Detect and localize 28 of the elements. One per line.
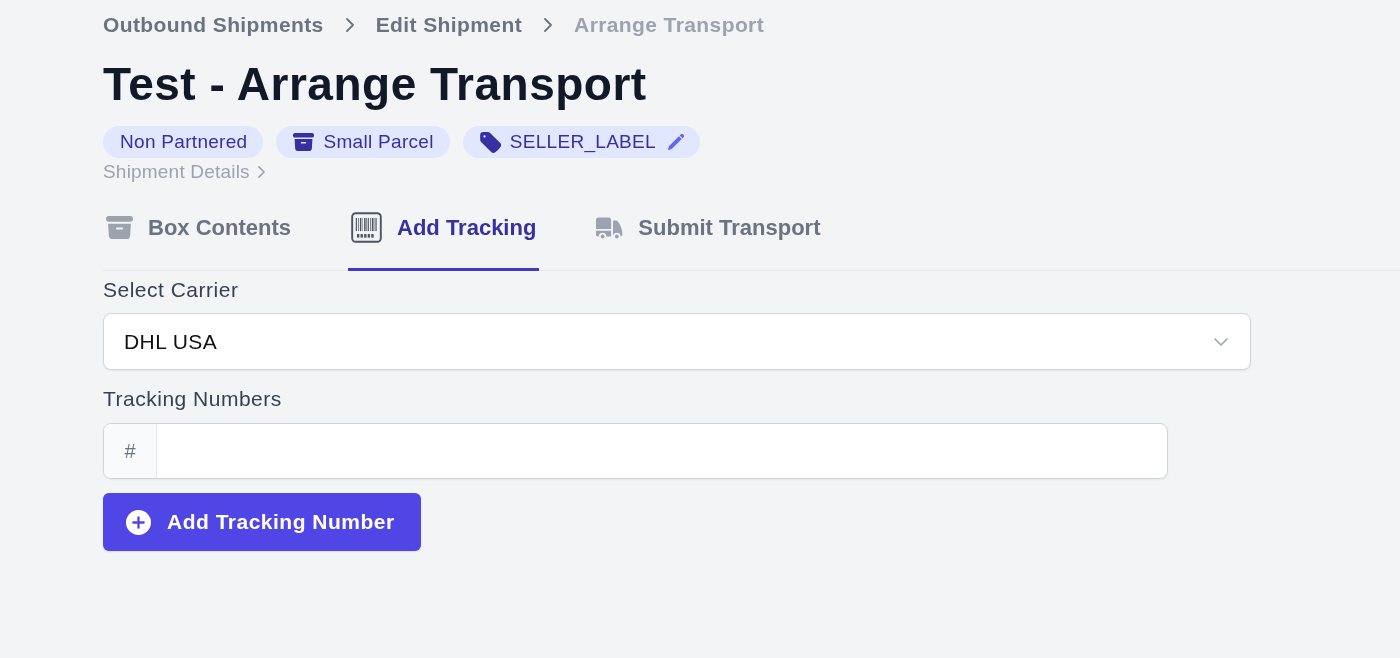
tab[interactable]: Add Tracking (348, 194, 540, 271)
truck-icon (596, 216, 624, 239)
pencil-icon[interactable] (667, 134, 684, 150)
add-tracking-number-button[interactable]: Add Tracking Number (103, 493, 421, 551)
carrier-select[interactable]: DHL USA (103, 313, 1251, 370)
plus-circle-icon (126, 509, 151, 535)
shipment-details-link[interactable]: Shipment Details (103, 162, 265, 182)
barcode-icon (351, 212, 382, 243)
badge-text: SELLER_LABEL (509, 131, 656, 153)
breadcrumb-link[interactable]: Outbound Shipments (103, 11, 324, 39)
tracking-number-field[interactable]: # (103, 423, 1168, 479)
tab[interactable]: Submit Transport (593, 194, 824, 271)
chevron-right-icon (345, 18, 354, 32)
tag-icon (479, 131, 501, 153)
archive-box-icon (293, 133, 315, 151)
chevron-right-icon (544, 18, 553, 32)
field-label: Tracking Numbers (103, 387, 282, 411)
archive-box-icon (106, 216, 133, 239)
badge-text: Small Parcel (323, 131, 434, 153)
tab[interactable]: Box Contents (103, 194, 294, 271)
field-label: Select Carrier (103, 278, 239, 302)
chevron-right-icon (257, 166, 265, 178)
breadcrumb-link[interactable]: Edit Shipment (375, 11, 523, 39)
input-prefix: # (104, 424, 157, 478)
current-page-title: Arrange Transport (574, 12, 765, 38)
page-title: Test - Arrange Transport (103, 57, 647, 112)
chevron-down-icon (1214, 337, 1228, 346)
badge-text: Non Partnered (120, 131, 248, 153)
